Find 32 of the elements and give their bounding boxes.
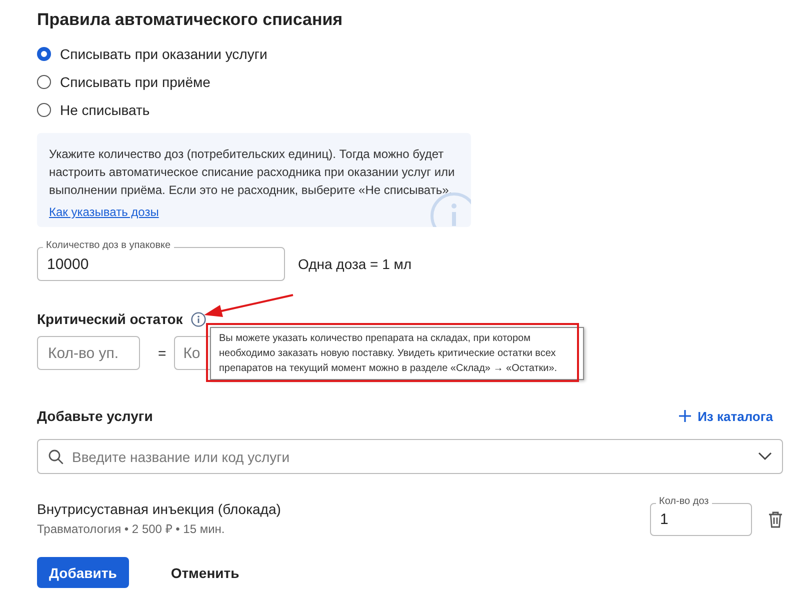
placeholder: Кол-во уп. [48, 344, 119, 362]
service-name: Внутрисуставная инъекция (блокада) [37, 501, 281, 517]
field-value: 1 [660, 510, 668, 528]
tooltip: Вы можете указать количество препарата на складах, при котором необходимо заказать новую поставку. Увидеть критические остатки всех препаратов на текущий момент можно в разделе «Склад» → «Остатки». [210, 327, 584, 380]
add-button[interactable]: Добавить [37, 557, 129, 588]
radio-option[interactable]: Списывать при приёме [37, 74, 210, 90]
service-details: Травматология • 2 500 ₽ • 15 мин. [37, 521, 226, 537]
dose-count-field[interactable]: Кол-во доз 1 [650, 496, 752, 536]
section-title: Правила автоматического списания [37, 10, 344, 30]
placeholder: Ко [183, 344, 200, 362]
trash-icon[interactable] [768, 510, 783, 528]
service-search-field[interactable]: Введите название или код услуги [37, 439, 783, 474]
info-icon[interactable] [190, 312, 206, 326]
field-label: Количество доз в упаковке [43, 240, 174, 252]
chevron-down-icon [758, 452, 772, 461]
equals-sign: = [158, 345, 166, 361]
packs-field[interactable]: Кол-во уп. [37, 336, 140, 370]
info-text: Укажите количество доз (потребительских единиц). Тогда можно будет настроить автоматическое списание расходника при оказании услуг или выполнении приёма. Если это не расходник, выберите «Не списывать». [49, 146, 456, 199]
plus-icon [678, 409, 692, 423]
field-label: Кол-во доз [656, 496, 712, 508]
cancel-button[interactable]: Отменить [158, 557, 252, 588]
field-value: 10000 [47, 256, 89, 272]
section-title: Добавьте услуги [37, 408, 153, 424]
radio-option[interactable]: Списывать при оказании услуги [37, 46, 268, 62]
radio-option[interactable]: Не списывать [37, 102, 150, 118]
doses-field[interactable]: Количество доз в упаковке 10000 [37, 240, 285, 281]
section-title: Критический остаток [37, 311, 183, 327]
dose-note: Одна доза = 1 мл [298, 256, 412, 272]
search-icon [48, 448, 64, 464]
placeholder: Введите название или код услуги [72, 448, 291, 464]
catalog-button[interactable]: Из каталога [678, 408, 783, 424]
help-link[interactable]: Как указывать дозы [49, 205, 159, 219]
